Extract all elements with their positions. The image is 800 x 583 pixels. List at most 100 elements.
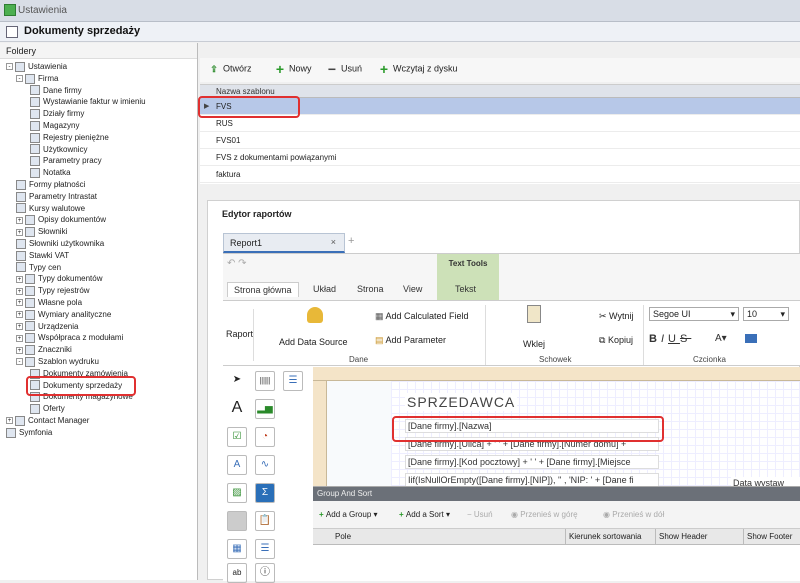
tab-view[interactable]: View [403, 284, 422, 294]
table-row[interactable]: FVS01 [200, 132, 800, 149]
expand-toggle-icon[interactable]: + [16, 228, 23, 236]
move-up-button[interactable]: ◉ Przenieś w górę [511, 510, 578, 519]
move-down-button[interactable]: ◉ Przenieś w dół [603, 510, 664, 519]
summary-icon[interactable]: Σ [255, 483, 275, 503]
table-row[interactable]: faktura [200, 166, 800, 183]
richtext-icon[interactable]: A [227, 455, 247, 475]
font-color-icon[interactable]: A▾ [715, 333, 727, 344]
pointer-icon[interactable]: ➤ [227, 371, 247, 391]
copy-button[interactable]: ⧉ Kopiuj [599, 335, 633, 346]
italic-icon[interactable]: I [661, 333, 668, 345]
tree-item[interactable]: Typy cen [16, 262, 61, 274]
column-show-header[interactable]: Show Header [659, 532, 707, 541]
tree-item[interactable]: Dane firmy [30, 85, 82, 97]
report-tab[interactable]: Report1 × [223, 233, 345, 253]
list-icon[interactable]: ☰ [255, 539, 275, 559]
grid-icon[interactable]: ▦ [227, 539, 247, 559]
tree-item[interactable]: Rejestry pieniężne [30, 132, 109, 144]
tree-item[interactable]: Notatka [30, 167, 71, 179]
label-icon[interactable]: A [227, 399, 247, 419]
delete-button[interactable]: − Usuń [326, 62, 362, 76]
company-nip-field[interactable]: Iif(IsNullOrEmpty([Dane firmy].[NIP]), '… [405, 473, 659, 487]
report-menu[interactable]: Raport [226, 329, 253, 339]
expand-toggle-icon[interactable]: + [16, 287, 23, 295]
tab-text[interactable]: Tekst [455, 284, 476, 294]
tree-item[interactable]: + Współpraca z modułami [16, 332, 123, 344]
add-parameter-button[interactable]: ▤ Add Parameter [375, 335, 446, 346]
tab-page[interactable]: Strona [357, 284, 384, 294]
tree-item[interactable]: Parametry Intrastat [16, 191, 97, 203]
add-calculated-field-button[interactable]: ▦ Add Calculated Field [375, 311, 469, 322]
gauge-icon[interactable]: ◔ [255, 427, 275, 447]
strikethrough-icon[interactable]: S [680, 333, 691, 345]
expand-toggle-icon[interactable]: + [16, 299, 23, 307]
expand-toggle-icon[interactable]: + [16, 346, 23, 354]
column-sort-direction[interactable]: Kierunek sortowania [569, 532, 641, 541]
tree-item[interactable]: Użytkownicy [30, 144, 87, 156]
tree-item[interactable]: + Opisy dokumentów [16, 214, 106, 226]
tree-item[interactable]: Magazyny [30, 120, 79, 132]
expand-toggle-icon[interactable]: - [6, 63, 13, 71]
checkbox-icon[interactable]: ☑ [227, 427, 247, 447]
expand-toggle-icon[interactable]: + [16, 311, 23, 319]
expand-toggle-icon[interactable]: + [16, 322, 23, 330]
font-family-select[interactable]: Segoe UI ▾ [649, 307, 739, 321]
open-button[interactable]: ⇪ Otwórz [208, 63, 251, 75]
undo-icon[interactable]: ↶ ↷ [227, 258, 247, 269]
page-info-icon[interactable]: ⓘ [255, 563, 275, 583]
add-sort-button[interactable]: + Add a Sort ▾ [399, 510, 450, 519]
tree-item[interactable]: + Własne pola [16, 297, 82, 309]
tab-layout[interactable]: Układ [313, 284, 336, 294]
paste-button[interactable]: Wklej [523, 339, 545, 349]
cut-button[interactable]: ✂ Wytnij [599, 311, 633, 322]
column-field[interactable]: Pole [335, 532, 351, 541]
column-show-footer[interactable]: Show Footer [747, 532, 792, 541]
tree-item[interactable]: + Wymiary analityczne [16, 309, 111, 321]
picture-icon[interactable]: ▨ [227, 483, 247, 503]
tree-item[interactable]: Słowniki użytkownika [16, 238, 104, 250]
expand-toggle-icon[interactable]: - [16, 358, 23, 366]
close-icon[interactable]: × [331, 237, 336, 247]
tree-item[interactable]: Wystawianie faktur w imieniu [30, 96, 146, 108]
expand-toggle-icon[interactable]: - [16, 75, 23, 83]
panel-icon[interactable] [227, 511, 247, 531]
font-size-select[interactable]: 10 ▾ [743, 307, 789, 321]
table-icon[interactable]: ☰ [283, 371, 303, 391]
tree-item[interactable]: - Ustawienia [6, 61, 67, 73]
tree-item[interactable]: Stawki VAT [16, 250, 69, 262]
tree-item[interactable]: Działy firmy [30, 108, 84, 120]
tree-item[interactable]: - Firma [16, 73, 58, 85]
tree-item[interactable]: Parametry pracy [30, 155, 102, 167]
company-postcode-field[interactable]: [Dane firmy].[Kod pocztowy] + ' ' + [Dan… [405, 455, 659, 469]
highlight-color-icon[interactable] [745, 334, 757, 343]
new-button[interactable]: + Nowy [274, 62, 312, 76]
bold-icon[interactable]: B [649, 333, 661, 345]
character-comb-icon[interactable]: ab [227, 563, 247, 583]
tree-item[interactable]: + Typy dokumentów [16, 273, 102, 285]
chart-icon[interactable]: ▂▅ [255, 399, 275, 419]
clipboard-icon[interactable]: 📋 [255, 511, 275, 531]
seller-heading[interactable]: SPRZEDAWCA [405, 393, 518, 411]
tree-item[interactable]: Symfonia [6, 427, 52, 439]
table-row[interactable]: FVS z dokumentami powiązanymi [200, 149, 800, 166]
tree-item[interactable]: Oferty [30, 403, 65, 415]
underline-icon[interactable]: U [668, 333, 680, 345]
expand-toggle-icon[interactable]: + [16, 216, 23, 224]
tree-item[interactable]: + Urządzenia [16, 321, 78, 333]
barcode-icon[interactable]: ||||| [255, 371, 275, 391]
tree-item[interactable]: + Typy rejestrów [16, 285, 90, 297]
add-tab-icon[interactable]: + [348, 235, 354, 247]
tree-item[interactable]: - Szablon wydruku [16, 356, 99, 368]
tree-item[interactable]: + Znaczniki [16, 344, 72, 356]
expand-toggle-icon[interactable]: + [6, 417, 13, 425]
expand-toggle-icon[interactable]: + [16, 334, 23, 342]
add-group-button[interactable]: + Add a Group ▾ [319, 510, 378, 519]
sparkline-icon[interactable]: ∿ [255, 455, 275, 475]
load-from-disk-button[interactable]: + Wczytaj z dysku [378, 62, 458, 76]
tab-home[interactable]: Strona główna [227, 282, 299, 297]
tree-item[interactable]: Formy płatności [16, 179, 85, 191]
delete-sort-button[interactable]: − Usuń [467, 510, 493, 519]
text-format-buttons[interactable]: BIUS [649, 333, 691, 345]
tree-item[interactable]: Kursy walutowe [16, 203, 85, 215]
tree-item[interactable]: + Contact Manager [6, 415, 89, 427]
